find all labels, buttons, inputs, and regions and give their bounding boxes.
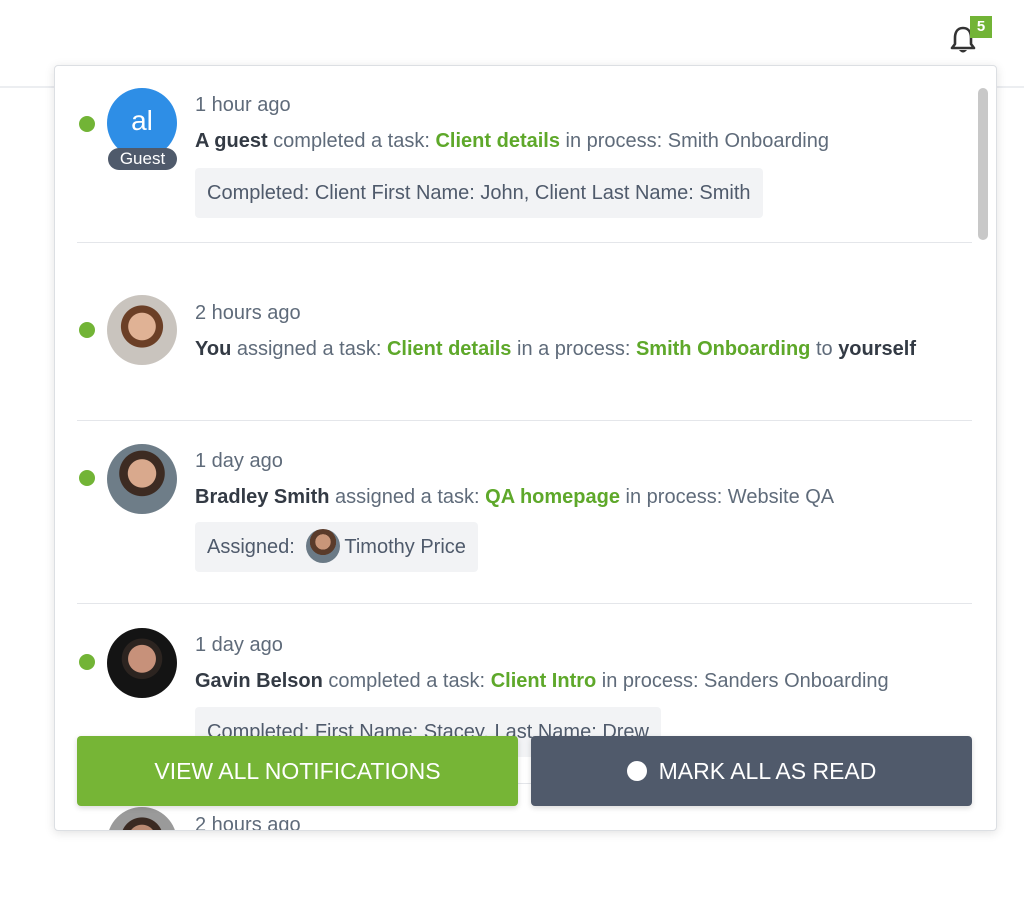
action-text: assigned a task: <box>231 338 387 360</box>
detail-label: Assigned: <box>207 536 301 558</box>
unread-indicator <box>79 470 95 486</box>
notification-text: Bradley Smith assigned a task: QA homepa… <box>195 486 834 509</box>
unread-indicator <box>79 322 95 338</box>
mark-all-read-label: MARK ALL AS READ <box>658 758 877 784</box>
unread-indicator <box>79 654 95 670</box>
avatar-photo <box>107 444 177 514</box>
notification-detail: Completed: Client First Name: John, Clie… <box>195 168 763 218</box>
assignee-avatar <box>306 528 341 563</box>
action-text: completed a task: <box>267 130 436 152</box>
process-text: in process: Smith Onboarding <box>559 130 829 152</box>
notification-item[interactable]: al Guest 1 hour ago A guest completed a … <box>77 66 972 243</box>
notification-count-badge: 5 <box>970 16 992 38</box>
task-link[interactable]: Client details <box>435 130 559 152</box>
assignee-name: Timothy Price <box>344 536 466 558</box>
notifications-dropdown: al Guest 1 hour ago A guest completed a … <box>54 65 997 831</box>
circle-icon <box>626 760 647 781</box>
process-text: in process: Sanders Onboarding <box>596 670 889 692</box>
notification-time: 1 hour ago <box>195 94 291 116</box>
unread-indicator <box>79 116 95 132</box>
actor: Gavin Belson <box>195 670 323 692</box>
notification-item[interactable]: 1 day ago Bradley Smith assigned a task:… <box>77 420 972 604</box>
notification-time: 1 day ago <box>195 450 283 472</box>
process-link[interactable]: Smith Onboarding <box>636 338 810 360</box>
action-text: assigned a task: <box>329 486 486 508</box>
notification-list: al Guest 1 hour ago A guest completed a … <box>55 66 996 830</box>
notification-time: 2 hours ago <box>195 302 301 324</box>
notification-text: Gavin Belson completed a task: Client In… <box>195 670 889 693</box>
notification-time: 1 day ago <box>195 634 283 656</box>
task-link[interactable]: QA homepage <box>485 486 620 508</box>
task-link[interactable]: Client Intro <box>491 670 597 692</box>
avatar-initials: al <box>131 105 153 136</box>
mark-all-read-button[interactable]: MARK ALL AS READ <box>531 736 972 806</box>
actor: Bradley Smith <box>195 486 330 508</box>
process-prefix: in a process: <box>511 338 636 360</box>
guest-tag: Guest <box>108 148 177 170</box>
notification-detail: Assigned: Timothy Price <box>195 522 478 572</box>
scrollbar[interactable] <box>978 88 988 240</box>
process-text: in process: Website QA <box>619 486 835 508</box>
action-text: completed a task: <box>322 670 491 692</box>
to-text: to <box>810 338 839 360</box>
avatar-photo <box>107 295 177 365</box>
notification-item[interactable]: 2 hours ago You assigned a task: Client … <box>77 242 972 421</box>
task-link[interactable]: Client details <box>387 338 511 360</box>
avatar-photo <box>107 628 177 698</box>
target: yourself <box>838 338 916 360</box>
view-all-label: VIEW ALL NOTIFICATIONS <box>154 758 441 784</box>
notification-time: 2 hours ago <box>195 814 301 831</box>
avatar-photo <box>107 807 177 830</box>
actor: You <box>195 338 232 360</box>
notification-text: You assigned a task: Client details in a… <box>195 338 916 361</box>
view-all-notifications-button[interactable]: VIEW ALL NOTIFICATIONS <box>77 736 518 806</box>
notification-text: A guest completed a task: Client details… <box>195 130 829 153</box>
actor: A guest <box>195 130 268 152</box>
